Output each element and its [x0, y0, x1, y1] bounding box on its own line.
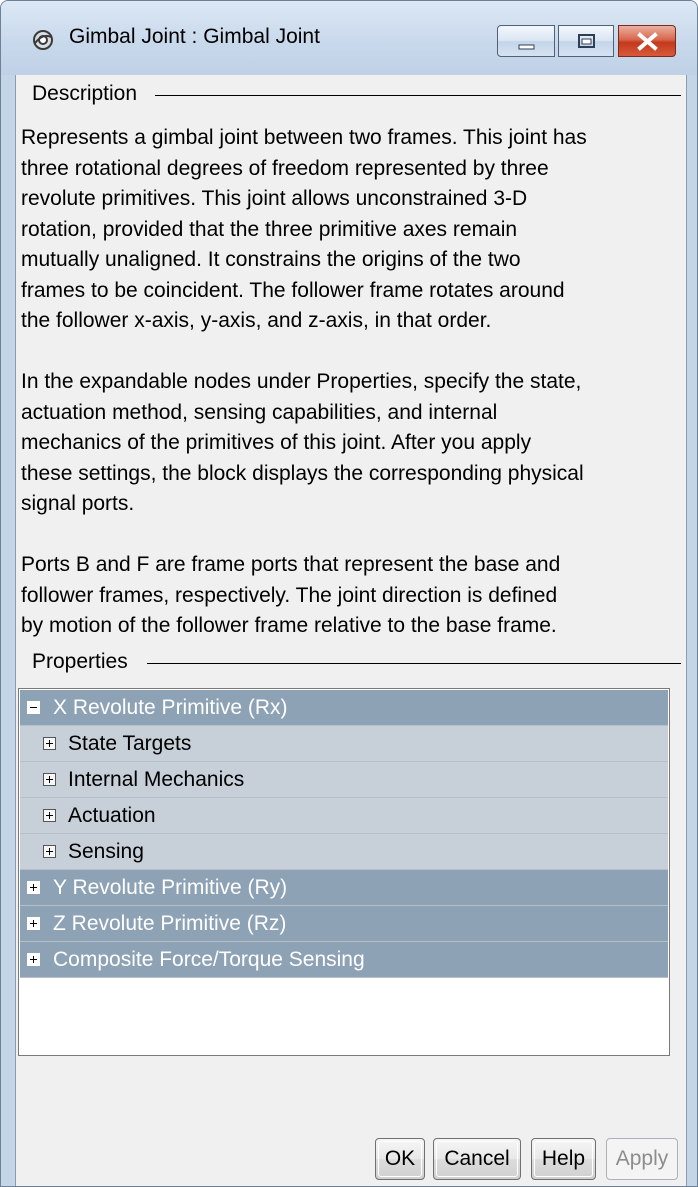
- tree-node-composite-force-torque-sensing[interactable]: Composite Force/Torque Sensing: [20, 942, 668, 978]
- cancel-button[interactable]: Cancel: [433, 1138, 521, 1180]
- description-group-line: [155, 95, 681, 96]
- maximize-button[interactable]: [558, 25, 614, 57]
- close-icon: [637, 32, 658, 51]
- help-button[interactable]: Help: [531, 1138, 596, 1180]
- apply-button[interactable]: Apply: [606, 1138, 678, 1180]
- expand-icon[interactable]: [43, 773, 56, 786]
- description-paragraph: Ports B and F are frame ports that repre…: [21, 553, 561, 637]
- cancel-button-label: Cancel: [444, 1147, 510, 1170]
- tree-node-label: Z Revolute Primitive (Rz): [53, 912, 287, 935]
- tree-node-label: Sensing: [68, 840, 144, 863]
- properties-group-title: Properties: [32, 650, 134, 674]
- description-paragraph: Represents a gimbal joint between two fr…: [21, 126, 587, 332]
- minimize-icon: [518, 44, 535, 50]
- window-title: Gimbal Joint : Gimbal Joint: [69, 25, 320, 48]
- ok-button-label: OK: [384, 1147, 416, 1170]
- maximize-icon: [578, 34, 595, 48]
- tree-node-label: Internal Mechanics: [68, 768, 245, 791]
- expand-icon[interactable]: [27, 881, 40, 894]
- properties-tree[interactable]: X Revolute Primitive (Rx) State Targets …: [18, 688, 670, 1056]
- properties-group-line: [147, 663, 681, 664]
- tree-node-label: Actuation: [68, 804, 156, 827]
- tree-node-y-revolute-primitive[interactable]: Y Revolute Primitive (Ry): [20, 870, 668, 906]
- expand-icon[interactable]: [27, 917, 40, 930]
- tree-node-label: X Revolute Primitive (Rx): [53, 696, 288, 719]
- collapse-icon[interactable]: [27, 701, 40, 714]
- tree-node-label: Y Revolute Primitive (Ry): [53, 876, 288, 899]
- expand-icon[interactable]: [27, 953, 40, 966]
- description-paragraph: In the expandable nodes under Properties…: [21, 370, 584, 515]
- tree-node-internal-mechanics[interactable]: Internal Mechanics: [20, 762, 668, 798]
- gear-icon: [33, 30, 53, 50]
- tree-node-actuation[interactable]: Actuation: [20, 798, 668, 834]
- expand-icon[interactable]: [43, 845, 56, 858]
- tree-node-label: State Targets: [68, 732, 192, 755]
- help-button-label: Help: [541, 1147, 586, 1170]
- description-text: Represents a gimbal joint between two fr…: [21, 123, 665, 672]
- expand-icon[interactable]: [43, 809, 56, 822]
- tree-node-sensing[interactable]: Sensing: [20, 834, 668, 870]
- tree-node-label: Composite Force/Torque Sensing: [53, 948, 365, 971]
- tree-node-x-revolute-primitive[interactable]: X Revolute Primitive (Rx): [20, 690, 668, 726]
- tree-node-z-revolute-primitive[interactable]: Z Revolute Primitive (Rz): [20, 906, 668, 942]
- minimize-button[interactable]: [497, 25, 555, 57]
- ok-button[interactable]: OK: [375, 1138, 425, 1180]
- description-group-title: Description: [32, 82, 144, 106]
- title-bar[interactable]: Gimbal Joint : Gimbal Joint: [1, 1, 697, 75]
- tree-node-state-targets[interactable]: State Targets: [20, 726, 668, 762]
- close-button[interactable]: [618, 25, 676, 57]
- dialog-window: Gimbal Joint : Gimbal Joint Description …: [0, 0, 698, 1187]
- expand-icon[interactable]: [43, 737, 56, 750]
- apply-button-label: Apply: [615, 1147, 669, 1170]
